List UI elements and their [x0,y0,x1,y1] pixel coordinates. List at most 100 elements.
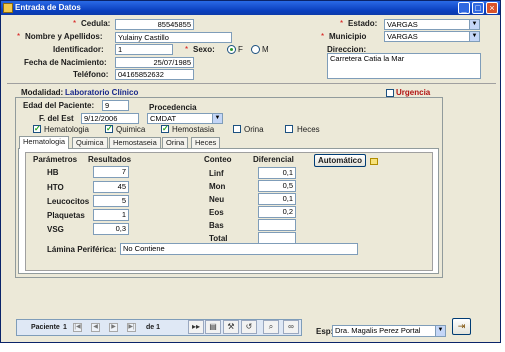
heces-checkbox[interactable] [285,125,293,133]
previous-record-icon[interactable]: ◀ [91,323,100,332]
entrada-de-datos-window: Entrada de Datos _ □ × * Cedula: 8554585… [0,0,501,343]
diff-input[interactable]: 0,5 [258,180,296,192]
municipio-value: VARGAS [387,32,418,41]
hematologia-checkbox[interactable]: ✓ [33,125,41,133]
chevron-down-icon[interactable]: ▼ [469,32,479,41]
municipio-label: Municipio [329,32,367,41]
param-label: HTO [47,183,64,192]
diff-label: Linf [209,169,224,178]
conteo-header: Conteo [204,155,232,164]
tab-heces[interactable]: Heces [191,137,221,148]
diff-input[interactable]: 0,1 [258,193,296,205]
divider [7,83,496,84]
identificador-label: Identificador: [53,45,104,54]
quimica-checkbox[interactable]: ✓ [105,125,113,133]
tab-hematologia[interactable]: Hematologia [19,136,70,149]
automatico-indicator-icon[interactable] [370,158,378,165]
esp-select[interactable]: Dra. Magalis Perez Portal ▼ [332,325,446,337]
parametros-header: Parámetros [33,155,78,164]
document-icon[interactable]: ▤ [205,320,221,334]
diferencial-header: Diferencial [253,155,294,164]
identificador-input[interactable]: 1 [115,44,173,55]
lamina-periferica-label: Lámina Periférica: [47,245,117,254]
param-result-input[interactable]: 7 [93,166,129,178]
diff-input[interactable]: 0,2 [258,206,296,218]
municipio-select[interactable]: VARGAS ▼ [384,31,480,42]
hemostasia-checkbox[interactable]: ✓ [161,125,169,133]
modalidad-value: Laboratorio Clínico [65,88,139,97]
sexo-label: Sexo: [193,45,215,54]
required-mark: * [73,19,77,28]
fecha-estudio-label: F. del Est [39,114,74,123]
current-record: 1 [63,324,67,331]
orina-checkbox[interactable] [233,125,241,133]
heces-check-label: Heces [297,125,320,134]
maximize-icon[interactable]: □ [472,2,484,14]
automatico-label: Automático [318,156,362,165]
tab-quimica[interactable]: Quimica [72,137,108,148]
required-mark: * [17,32,21,41]
paciente-label: Paciente [31,324,60,331]
sexo-m-radio[interactable] [251,45,260,54]
param-result-input[interactable]: 45 [93,181,129,193]
close-icon[interactable]: × [486,2,498,14]
new-record-icon[interactable]: ▸▸ [188,320,204,334]
title-bar: Entrada de Datos [1,1,500,15]
urgencia-label: Urgencia [396,88,431,97]
window-title: Entrada de Datos [15,3,81,12]
param-result-input[interactable]: 5 [93,195,129,207]
last-record-icon[interactable]: ▶| [127,323,136,332]
diff-label: Eos [209,208,224,217]
chevron-down-icon[interactable]: ▼ [212,114,222,123]
param-label: Leucocitos [47,197,90,206]
esp-value: Dra. Magalis Perez Portal [335,326,421,335]
cedula-input[interactable]: 85545855 [115,19,194,30]
estado-value: VARGAS [387,20,418,29]
direccion-textarea[interactable]: Carretera Catia la Mar [327,53,481,79]
first-record-icon[interactable]: |◀ [73,323,82,332]
quimica-check-label: Quimica [116,125,146,134]
tools-icon[interactable]: ⚒ [223,320,239,334]
fecha-nacimiento-label: Fecha de Nacimiento: [24,58,107,67]
chevron-down-icon[interactable]: ▼ [469,20,479,29]
lamina-periferica-input[interactable]: No Contiene [120,243,358,255]
estado-label: Estado: [348,19,378,28]
orina-check-label: Orina [244,125,264,134]
urgencia-checkbox[interactable] [386,89,394,97]
exit-door-icon[interactable]: ⇥ [452,318,471,335]
diff-label: Mon [209,182,226,191]
required-mark: * [185,45,189,54]
nombre-label: Nombre y Apellidos: [25,32,103,41]
diff-input[interactable] [258,219,296,231]
telefono-label: Teléfono: [73,70,109,79]
undo-icon[interactable]: ↺ [241,320,257,334]
diff-label: Total [209,234,228,243]
resultados-header: Resultados [88,155,132,164]
app-icon [3,3,13,13]
chevron-down-icon[interactable]: ▼ [435,326,445,336]
automatico-button[interactable]: Automático [314,154,366,167]
next-record-icon[interactable]: ▶ [109,323,118,332]
fecha-estudio-input[interactable]: 9/12/2006 [81,113,139,124]
nombre-input[interactable]: Yulainy Castillo [115,32,232,43]
diff-input[interactable]: 0,1 [258,167,296,179]
preview-icon[interactable]: ⌕ [263,320,279,334]
hemostasia-check-label: Hemostasia [172,125,215,134]
param-result-input[interactable]: 0,3 [93,223,129,235]
hematologia-check-label: Hematologia [44,125,89,134]
tab-orina[interactable]: Orina [162,137,189,148]
procedencia-value: CMDAT [150,114,177,123]
estado-select[interactable]: VARGAS ▼ [384,19,480,30]
procedencia-select[interactable]: CMDAT ▼ [147,113,223,124]
fecha-nacimiento-input[interactable]: 25/07/1985 [115,57,194,68]
tab-hemostaseia[interactable]: Hemostaseia [109,137,161,148]
binoculars-icon[interactable]: ∞ [283,320,299,334]
sexo-m-label: M [262,45,269,54]
sexo-f-radio[interactable] [227,45,236,54]
param-result-input[interactable]: 1 [93,209,129,221]
esp-label: Esp: [316,327,334,336]
diff-label: Bas [209,221,224,230]
minimize-icon[interactable]: _ [458,2,470,14]
telefono-input[interactable]: 04165852632 [115,69,194,80]
edad-input[interactable]: 9 [102,100,129,111]
